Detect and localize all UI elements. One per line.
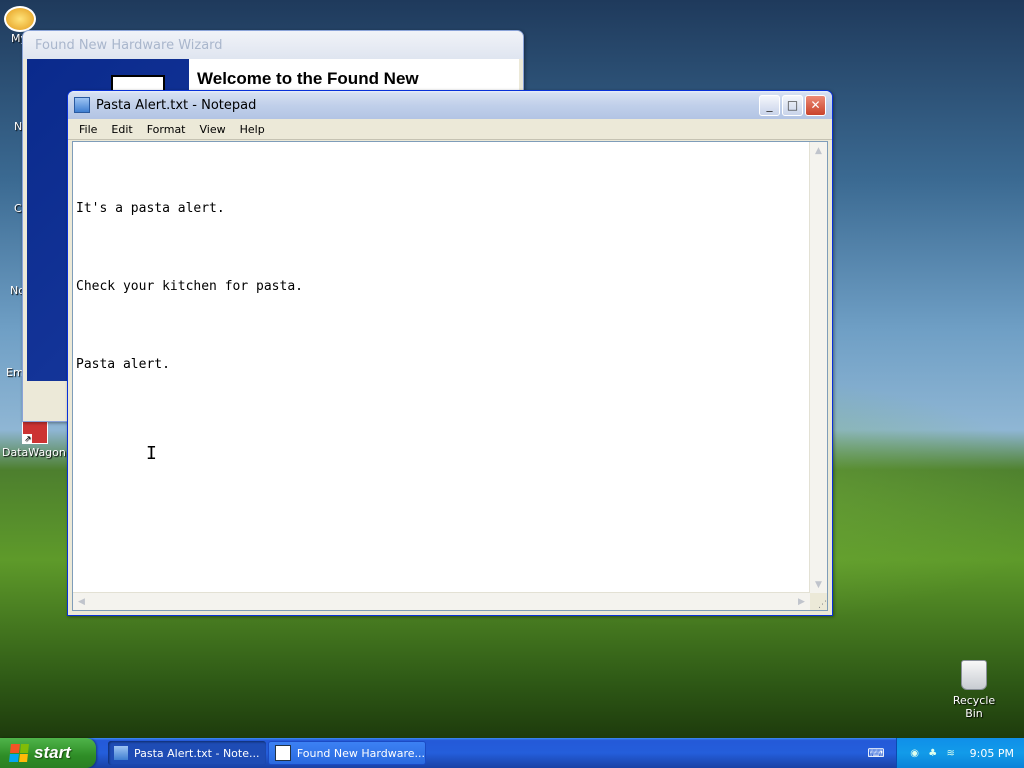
notepad-editor[interactable]: It's a pasta alert. Check your kitchen f… bbox=[72, 141, 828, 611]
taskbar: start Pasta Alert.txt - Note... Found Ne… bbox=[0, 738, 1024, 768]
menu-view[interactable]: View bbox=[193, 123, 233, 136]
text-line: Check your kitchen for pasta. bbox=[76, 279, 303, 294]
desktop-icon-label: C bbox=[14, 202, 22, 215]
resize-grip-icon[interactable]: ⋰ bbox=[810, 593, 827, 610]
desktop-icon-recycle-bin[interactable]: Recycle Bin bbox=[944, 660, 1004, 720]
taskbar-button-label: Found New Hardware... bbox=[296, 746, 425, 760]
connection-icon[interactable]: ≋ bbox=[944, 746, 958, 760]
notepad-icon bbox=[114, 746, 128, 760]
scroll-left-icon[interactable]: ◀ bbox=[73, 593, 90, 610]
start-button[interactable]: start bbox=[0, 738, 96, 768]
minimize-button[interactable]: _ bbox=[759, 94, 780, 116]
notepad-title: Pasta Alert.txt - Notepad bbox=[96, 97, 257, 113]
notepad-menu-bar: File Edit Format View Help bbox=[68, 119, 832, 140]
desktop-icon-network[interactable]: N bbox=[14, 120, 22, 133]
desktop-icon-computer[interactable]: C bbox=[14, 202, 22, 215]
taskbar-button-label: Pasta Alert.txt - Note... bbox=[134, 746, 260, 760]
minimize-icon: _ bbox=[766, 98, 773, 112]
desktop-icon-label: N bbox=[14, 120, 23, 133]
system-tray: ◉ ♣ ≋ 9:05 PM bbox=[896, 738, 1024, 768]
taskbar-button-wizard[interactable]: Found New Hardware... bbox=[268, 741, 426, 765]
desktop-icon-label: Recycle Bin bbox=[952, 694, 996, 720]
notepad-title-bar[interactable]: Pasta Alert.txt - Notepad _ □ ✕ bbox=[68, 91, 832, 119]
ibeam-cursor-icon: I bbox=[146, 443, 157, 464]
desktop-icon-label: DataWagon. bbox=[2, 446, 70, 459]
notepad-icon bbox=[74, 97, 90, 113]
start-label: start bbox=[34, 743, 71, 762]
notepad-text-area[interactable]: It's a pasta alert. Check your kitchen f… bbox=[73, 142, 810, 593]
menu-edit[interactable]: Edit bbox=[104, 123, 139, 136]
desktop-icon-datawagon[interactable]: ↗ DataWagon. bbox=[2, 420, 70, 459]
scroll-up-icon[interactable]: ▲ bbox=[810, 142, 827, 159]
wizard-title-bar[interactable]: Found New Hardware Wizard bbox=[23, 31, 523, 59]
horizontal-scrollbar[interactable]: ◀ ▶ bbox=[73, 592, 810, 610]
wizard-heading: Welcome to the Found New bbox=[197, 69, 419, 88]
shortcut-icon: ↗ bbox=[22, 420, 48, 444]
scroll-right-icon[interactable]: ▶ bbox=[793, 593, 810, 610]
notepad-window[interactable]: Pasta Alert.txt - Notepad _ □ ✕ File Edi… bbox=[67, 90, 833, 616]
scroll-down-icon[interactable]: ▼ bbox=[810, 576, 827, 593]
wizard-icon bbox=[275, 745, 291, 761]
close-button[interactable]: ✕ bbox=[805, 94, 826, 116]
maximize-button[interactable]: □ bbox=[782, 94, 803, 116]
text-line: Pasta alert. bbox=[76, 357, 170, 372]
speaker-icon[interactable]: ◉ bbox=[908, 746, 922, 760]
menu-format[interactable]: Format bbox=[140, 123, 193, 136]
menu-file[interactable]: File bbox=[72, 123, 104, 136]
maximize-icon: □ bbox=[786, 98, 799, 112]
text-line: It's a pasta alert. bbox=[76, 201, 225, 216]
clock[interactable]: 9:05 PM bbox=[970, 747, 1014, 760]
vertical-scrollbar[interactable]: ▲ ▼ bbox=[809, 142, 827, 593]
keyboard-icon[interactable]: ⌨ bbox=[867, 745, 884, 761]
close-icon: ✕ bbox=[810, 98, 821, 112]
wizard-title: Found New Hardware Wizard bbox=[35, 37, 223, 53]
windows-logo-icon bbox=[9, 744, 29, 762]
menu-help[interactable]: Help bbox=[233, 123, 272, 136]
recycle-bin-icon bbox=[961, 660, 987, 690]
network-icon[interactable]: ♣ bbox=[926, 746, 940, 760]
taskbar-button-notepad[interactable]: Pasta Alert.txt - Note... bbox=[108, 741, 266, 765]
my-computer-icon bbox=[4, 6, 36, 32]
